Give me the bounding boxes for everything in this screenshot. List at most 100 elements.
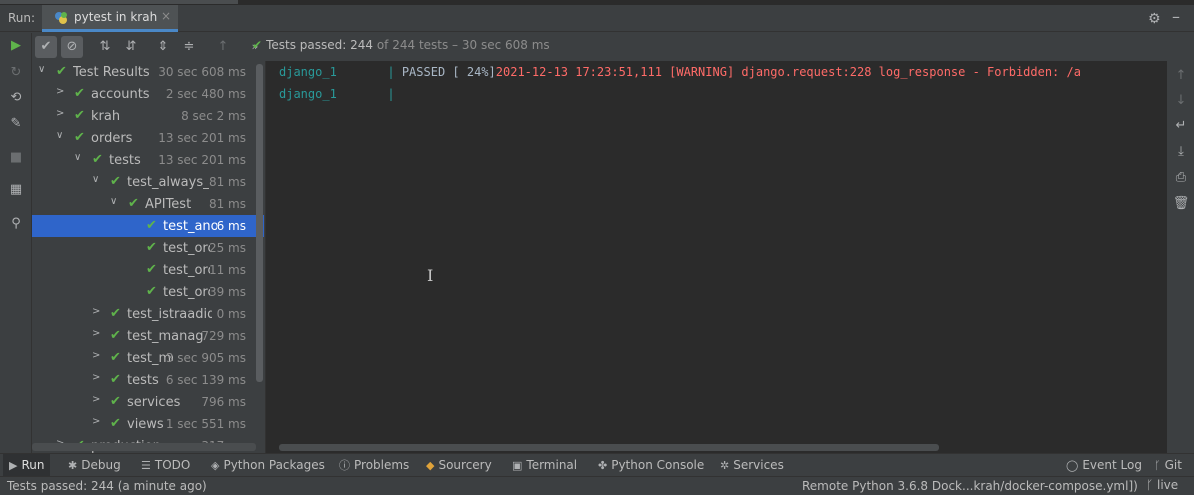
collapse-all-icon[interactable]: ≑ — [178, 36, 200, 58]
tab-services[interactable]: ✲ Services — [714, 454, 790, 476]
console-output[interactable]: django_1 | PASSED [ 24%]2021-12-13 17:23… — [265, 61, 1167, 453]
tree-row-tests[interactable]: ∨ ✔ tests 13 sec 201 ms — [32, 149, 264, 171]
tree-row-services[interactable]: > ✔ services 796 ms — [32, 391, 264, 413]
close-icon[interactable]: × — [161, 9, 171, 23]
chevron-down-icon[interactable]: ∨ — [38, 64, 45, 75]
chevron-right-icon[interactable]: > — [56, 108, 64, 119]
tree-row-test-results[interactable]: ∨ ✔ Test Results 30 sec 608 ms — [32, 61, 264, 83]
tab-pytest-in-krah[interactable]: pytest in krah × — [42, 5, 178, 32]
tab-terminal[interactable]: ▣ Terminal — [506, 454, 583, 476]
tab-python-packages[interactable]: ◈ Python Packages — [205, 454, 331, 476]
interpreter-widget[interactable]: Remote Python 3.6.8 Dock...krah/docker-c… — [802, 479, 1138, 493]
sourcery-icon: ◆ — [426, 459, 435, 472]
tree-row-accounts[interactable]: > ✔ accounts 2 sec 480 ms — [32, 83, 264, 105]
chevron-right-icon[interactable]: > — [92, 306, 100, 317]
pin-icon[interactable]: ⚲ — [7, 215, 25, 233]
tab-label: Debug — [81, 458, 121, 472]
tree-row-tests-2[interactable]: > ✔ tests 6 sec 139 ms — [32, 369, 264, 391]
soft-wrap-icon[interactable]: ↵ — [1172, 117, 1190, 135]
tree-row-duration: 1 sec 551 ms — [165, 417, 246, 431]
chevron-right-icon[interactable]: > — [92, 350, 100, 361]
tab-label: TODO — [154, 458, 191, 472]
chevron-down-icon[interactable]: ∨ — [92, 174, 99, 185]
top-scroll-thumb[interactable] — [0, 0, 238, 4]
git-branch-widget[interactable]: ᚴ live — [1146, 478, 1178, 492]
tree-row-label: test_orc — [163, 263, 210, 278]
rerun-failed-icon[interactable]: ↻ — [7, 64, 25, 82]
arrow-up-icon[interactable]: ↑ — [1172, 67, 1190, 85]
print-icon[interactable]: ⎙ — [1172, 169, 1190, 187]
tree-row-test-ano-selected[interactable]: ✔ test_ano 6 ms — [32, 215, 264, 237]
tree-row-label: test_istraadid — [127, 307, 212, 322]
tree-row-orders[interactable]: ∨ ✔ orders 13 sec 201 ms — [32, 127, 264, 149]
show-ignored-icon[interactable]: ⊘ — [61, 36, 83, 58]
text-cursor-icon: I — [427, 266, 434, 285]
tree-row-duration: 796 ms — [201, 395, 246, 409]
tree-row-test-orc-2[interactable]: ✔ test_orc 11 ms — [32, 259, 264, 281]
chevron-down-icon[interactable]: ∨ — [74, 152, 81, 163]
services-icon: ✲ — [720, 459, 730, 472]
chevron-down-icon[interactable]: ∨ — [110, 196, 117, 207]
chevron-right-icon[interactable]: > — [92, 394, 100, 405]
pass-check-icon: ✔ — [110, 416, 121, 431]
tab-problems[interactable]: ⓘ Problems — [333, 454, 415, 476]
pass-check-icon: ✔ — [56, 64, 67, 79]
tests-passed-label: Tests passed: — [266, 38, 347, 52]
tree-row-label: Test Results — [73, 65, 150, 80]
sort-by-duration-icon[interactable]: ⇵ — [120, 36, 142, 58]
pass-check-icon: ✔ — [146, 240, 157, 255]
console-right-toolbar: ↑ ↓ ↵ ⤓ ⎙ 🗑 — [1167, 61, 1194, 453]
tab-label: Python Packages — [223, 458, 325, 472]
stop-icon[interactable]: ■ — [7, 149, 25, 167]
tab-sourcery[interactable]: ◆ Sourcery — [420, 454, 498, 476]
tree-row-duration: 25 ms — [208, 241, 246, 255]
pass-check-icon: ✔ — [110, 350, 121, 365]
tab-debug[interactable]: ✱ Debug — [62, 454, 127, 476]
tree-row-duration: 6 sec 139 ms — [165, 373, 246, 387]
trash-icon[interactable]: 🗑 — [1172, 195, 1190, 213]
console-horizontal-scrollbar[interactable] — [279, 444, 939, 451]
minimize-icon[interactable]: – — [1172, 7, 1180, 26]
tree-horizontal-scrollbar[interactable] — [32, 443, 256, 451]
gear-icon[interactable]: ⚙ — [1148, 11, 1161, 27]
tab-run[interactable]: ▶ Run — [3, 454, 51, 476]
chevron-right-icon[interactable]: > — [56, 86, 64, 97]
arrow-down-icon[interactable]: ↓ — [1172, 92, 1190, 110]
test-results-tree[interactable]: ∨ ✔ Test Results 30 sec 608 ms > ✔ accou… — [32, 61, 264, 453]
tab-event-log[interactable]: ◯ Event Log — [1060, 454, 1148, 476]
tree-row-apitest[interactable]: ∨ ✔ APITest 81 ms — [32, 193, 264, 215]
chevron-down-icon[interactable]: ∨ — [56, 130, 63, 141]
rerun-icon[interactable]: ▶ — [7, 37, 25, 55]
tree-vertical-scrollbar[interactable] — [256, 64, 263, 382]
sort-alphabetically-icon[interactable]: ⇅ — [94, 36, 116, 58]
tree-row-views[interactable]: > ✔ views 1 sec 551 ms — [32, 413, 264, 435]
tree-row-test-mo[interactable]: > ✔ test_mo 3 sec 905 ms — [32, 347, 264, 369]
tab-git[interactable]: ᚴ Git — [1148, 454, 1188, 476]
console-line-prefix: django_1 — [279, 87, 388, 101]
chevron-right-icon[interactable]: > — [92, 372, 100, 383]
tree-row-krah[interactable]: > ✔ krah 8 sec 2 ms — [32, 105, 264, 127]
layout-icon[interactable]: ▦ — [7, 181, 25, 199]
tab-label: Python Console — [611, 458, 705, 472]
status-bar: Tests passed: 244 (a minute ago) Remote … — [0, 476, 1194, 495]
wrench-icon[interactable]: ✎ — [7, 115, 25, 133]
expand-all-icon[interactable]: ⇕ — [152, 36, 174, 58]
tab-python-console[interactable]: ✤ Python Console — [592, 454, 710, 476]
scroll-to-end-icon[interactable]: ⤓ — [1172, 143, 1190, 161]
chevron-right-icon[interactable]: > — [92, 416, 100, 427]
tree-row-test-manage[interactable]: > ✔ test_manage 729 ms — [32, 325, 264, 347]
toggle-auto-test-icon[interactable]: ⟲ — [7, 89, 25, 107]
tree-row-test-orc-3[interactable]: ✔ test_orc 39 ms — [32, 281, 264, 303]
show-passed-icon[interactable]: ✔ — [35, 36, 57, 58]
status-message[interactable]: Tests passed: 244 (a minute ago) — [7, 479, 207, 493]
tab-todo[interactable]: ☰ TODO — [135, 454, 196, 476]
tree-row-test-always[interactable]: ∨ ✔ test_always_ir 81 ms — [32, 171, 264, 193]
previous-failed-icon[interactable]: ↑ — [212, 36, 234, 58]
console-line: django_1 | — [279, 87, 395, 105]
chevron-right-icon[interactable]: > — [92, 328, 100, 339]
tree-row-test-istraadid[interactable]: > ✔ test_istraadid 0 ms — [32, 303, 264, 325]
tree-row-duration: 13 sec 201 ms — [158, 131, 246, 145]
pass-check-icon: ✔ — [128, 196, 139, 211]
tree-row-test-orc-1[interactable]: ✔ test_orc 25 ms — [32, 237, 264, 259]
tab-label: Event Log — [1082, 458, 1142, 472]
